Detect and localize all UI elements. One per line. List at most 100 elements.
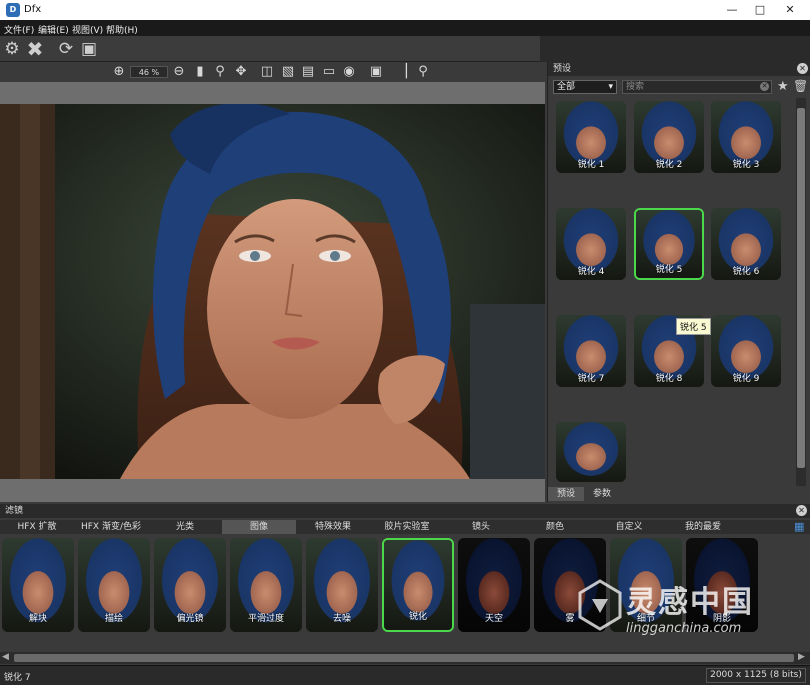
watermark-url: lingganchina.com <box>626 621 742 636</box>
pan-move-icon[interactable]: ✥ <box>233 64 249 80</box>
menu-file[interactable]: 文件(F) <box>4 23 34 36</box>
filter-category-tabs: HFX 扩散 HFX 渐变/色彩 光类 图像 特殊效果 胶片实验室 镜头 颜色 … <box>0 520 810 534</box>
preset-thumb[interactable]: 锐化 1 <box>556 101 626 173</box>
main-photo <box>0 104 545 479</box>
filter-thumb[interactable]: 解块 <box>2 538 74 632</box>
menu-help[interactable]: 帮助(H) <box>106 23 138 36</box>
category-tab[interactable]: HFX 渐变/色彩 <box>74 520 148 534</box>
preset-thumb[interactable]: 锐化 3 <box>711 101 781 173</box>
filter-thumb[interactable]: 偏光镜 <box>154 538 226 632</box>
preset-label: 锐化 3 <box>732 160 760 170</box>
filters-scrollbar[interactable]: ◀ ▶ <box>0 652 810 664</box>
single-view-icon[interactable]: ▭ <box>321 64 337 80</box>
crop-icon[interactable]: ▣ <box>368 64 384 80</box>
presets-scrollbar[interactable] <box>796 98 806 486</box>
presets-panel-title: 预设 <box>548 62 810 76</box>
preset-label: 锐化 2 <box>655 160 683 170</box>
title-bar: D Dfx — □ ✕ <box>0 0 810 20</box>
preset-preview-image <box>556 422 626 482</box>
preset-thumb-selected[interactable]: 锐化 5 <box>634 208 704 280</box>
filters-panel-title: 滤镜 <box>0 504 810 518</box>
preset-thumb[interactable]: 锐化 7 <box>556 315 626 387</box>
refresh-icon[interactable]: ⟳ <box>56 39 76 59</box>
filter-thumb[interactable]: 平滑过度 <box>230 538 302 632</box>
cancel-x-icon[interactable]: ✖ <box>25 39 45 59</box>
magnifier-icon[interactable]: ⚲ <box>212 64 228 80</box>
menu-view[interactable]: 视图(V) <box>72 23 103 36</box>
preset-label: 锐化 4 <box>577 267 605 277</box>
menu-edit[interactable]: 编辑(E) <box>38 23 69 36</box>
category-tab-active[interactable]: 图像 <box>222 520 296 534</box>
presets-panel: 预设 ✕ 全部 ▾ 搜索 ✕ ★ 🗑 锐化 1 锐化 2 锐化 3 锐化 4 锐… <box>547 62 810 502</box>
tab-parameters[interactable]: 参数 <box>584 487 620 501</box>
preset-label: 锐化 5 <box>655 265 683 275</box>
fit-screen-icon[interactable]: ▣ <box>79 39 99 59</box>
compare-view-icon[interactable]: ▧ <box>280 64 296 80</box>
filter-label: 去噪 <box>332 614 351 624</box>
watermark-logo-icon <box>578 579 622 631</box>
app-logo-icon: D <box>6 3 20 17</box>
preset-search-input[interactable]: 搜索 ✕ <box>622 80 772 94</box>
category-tab[interactable]: 特殊效果 <box>296 520 370 534</box>
preset-filter-dropdown[interactable]: 全部 ▾ <box>553 80 617 94</box>
scroll-left-icon[interactable]: ◀ <box>2 652 9 662</box>
preset-grid: 锐化 1 锐化 2 锐化 3 锐化 4 锐化 5 锐化 6 锐化 7 锐化 8 … <box>548 98 796 486</box>
maximize-icon[interactable]: □ <box>746 2 774 18</box>
scrollbar-thumb[interactable] <box>797 108 805 468</box>
preset-label: 锐化 1 <box>577 160 605 170</box>
trash-icon[interactable]: 🗑 <box>793 79 808 93</box>
histogram-icon[interactable]: ▕ <box>394 64 410 80</box>
status-bar: 锐化 7 2000 x 1125 (8 bits) <box>0 665 810 685</box>
image-dimensions: 2000 x 1125 (8 bits) <box>706 668 806 683</box>
preset-filter-value: 全部 <box>557 82 576 92</box>
zoom-in-icon[interactable]: ⊕ <box>111 64 127 80</box>
category-tab[interactable]: 胶片实验室 <box>370 520 444 534</box>
category-tab[interactable]: HFX 扩散 <box>0 520 74 534</box>
grid-view-icon[interactable]: ▦ <box>794 521 806 533</box>
filter-thumb-selected[interactable]: 锐化 <box>382 538 454 632</box>
scrollbar-thumb[interactable] <box>14 654 794 662</box>
clear-search-icon[interactable]: ✕ <box>760 82 769 91</box>
loupe-icon[interactable]: ⚲ <box>415 64 431 80</box>
close-window-icon[interactable]: ✕ <box>776 2 804 18</box>
filter-label: 锐化 <box>408 612 427 622</box>
preset-thumb[interactable]: 锐化 6 <box>711 208 781 280</box>
fit-page-icon[interactable]: ▮ <box>192 64 208 80</box>
close-filters-icon[interactable]: ✕ <box>796 505 807 516</box>
split-view-icon[interactable]: ◫ <box>259 64 275 80</box>
split-horizontal-icon[interactable]: ▤ <box>300 64 316 80</box>
watermark: 灵感中国 lingganchina.com <box>578 575 808 645</box>
preset-thumb[interactable]: 锐化 9 <box>711 315 781 387</box>
zoom-level-field[interactable]: 46 % <box>130 66 168 78</box>
preset-thumb[interactable]: 锐化 4 <box>556 208 626 280</box>
main-toolbar: ⚙ ✖ ⟳ ▣ <box>0 36 810 62</box>
window-title: Dfx <box>24 4 42 15</box>
scroll-right-icon[interactable]: ▶ <box>798 652 805 662</box>
preset-thumb[interactable] <box>556 422 626 482</box>
viewer-toolbar: ⊕ 46 % ⊖ ▮ ⚲ ✥ ◫ ▧ ▤ ▭ ◉ ▣ ▕ ⚲ <box>0 62 545 82</box>
category-tab[interactable]: 颜色 <box>518 520 592 534</box>
image-canvas[interactable] <box>0 82 545 502</box>
category-tab[interactable]: 镜头 <box>444 520 518 534</box>
status-text: 锐化 7 <box>4 673 31 683</box>
favorite-star-icon[interactable]: ★ <box>777 79 789 94</box>
filter-label: 天空 <box>484 614 503 624</box>
preset-label: 锐化 9 <box>732 374 760 384</box>
zoom-out-icon[interactable]: ⊖ <box>171 64 187 80</box>
filter-label: 描绘 <box>104 614 123 624</box>
chevron-down-icon: ▾ <box>608 82 613 92</box>
filter-thumb[interactable]: 去噪 <box>306 538 378 632</box>
preset-label: 锐化 6 <box>732 267 760 277</box>
tab-presets[interactable]: 预设 <box>548 487 584 501</box>
minimize-icon[interactable]: — <box>718 2 746 18</box>
preset-thumb[interactable]: 锐化 2 <box>634 101 704 173</box>
category-tab[interactable]: 自定义 <box>592 520 666 534</box>
category-tab[interactable]: 光类 <box>148 520 222 534</box>
settings-gear-icon[interactable]: ⚙ <box>2 39 22 59</box>
snapshot-camera-icon[interactable]: ◉ <box>341 64 357 80</box>
filter-thumb[interactable]: 天空 <box>458 538 530 632</box>
filter-label: 偏光镜 <box>176 614 204 624</box>
category-tab[interactable]: 我的最爱 <box>666 520 740 534</box>
close-presets-icon[interactable]: ✕ <box>797 63 808 74</box>
filter-thumb[interactable]: 描绘 <box>78 538 150 632</box>
